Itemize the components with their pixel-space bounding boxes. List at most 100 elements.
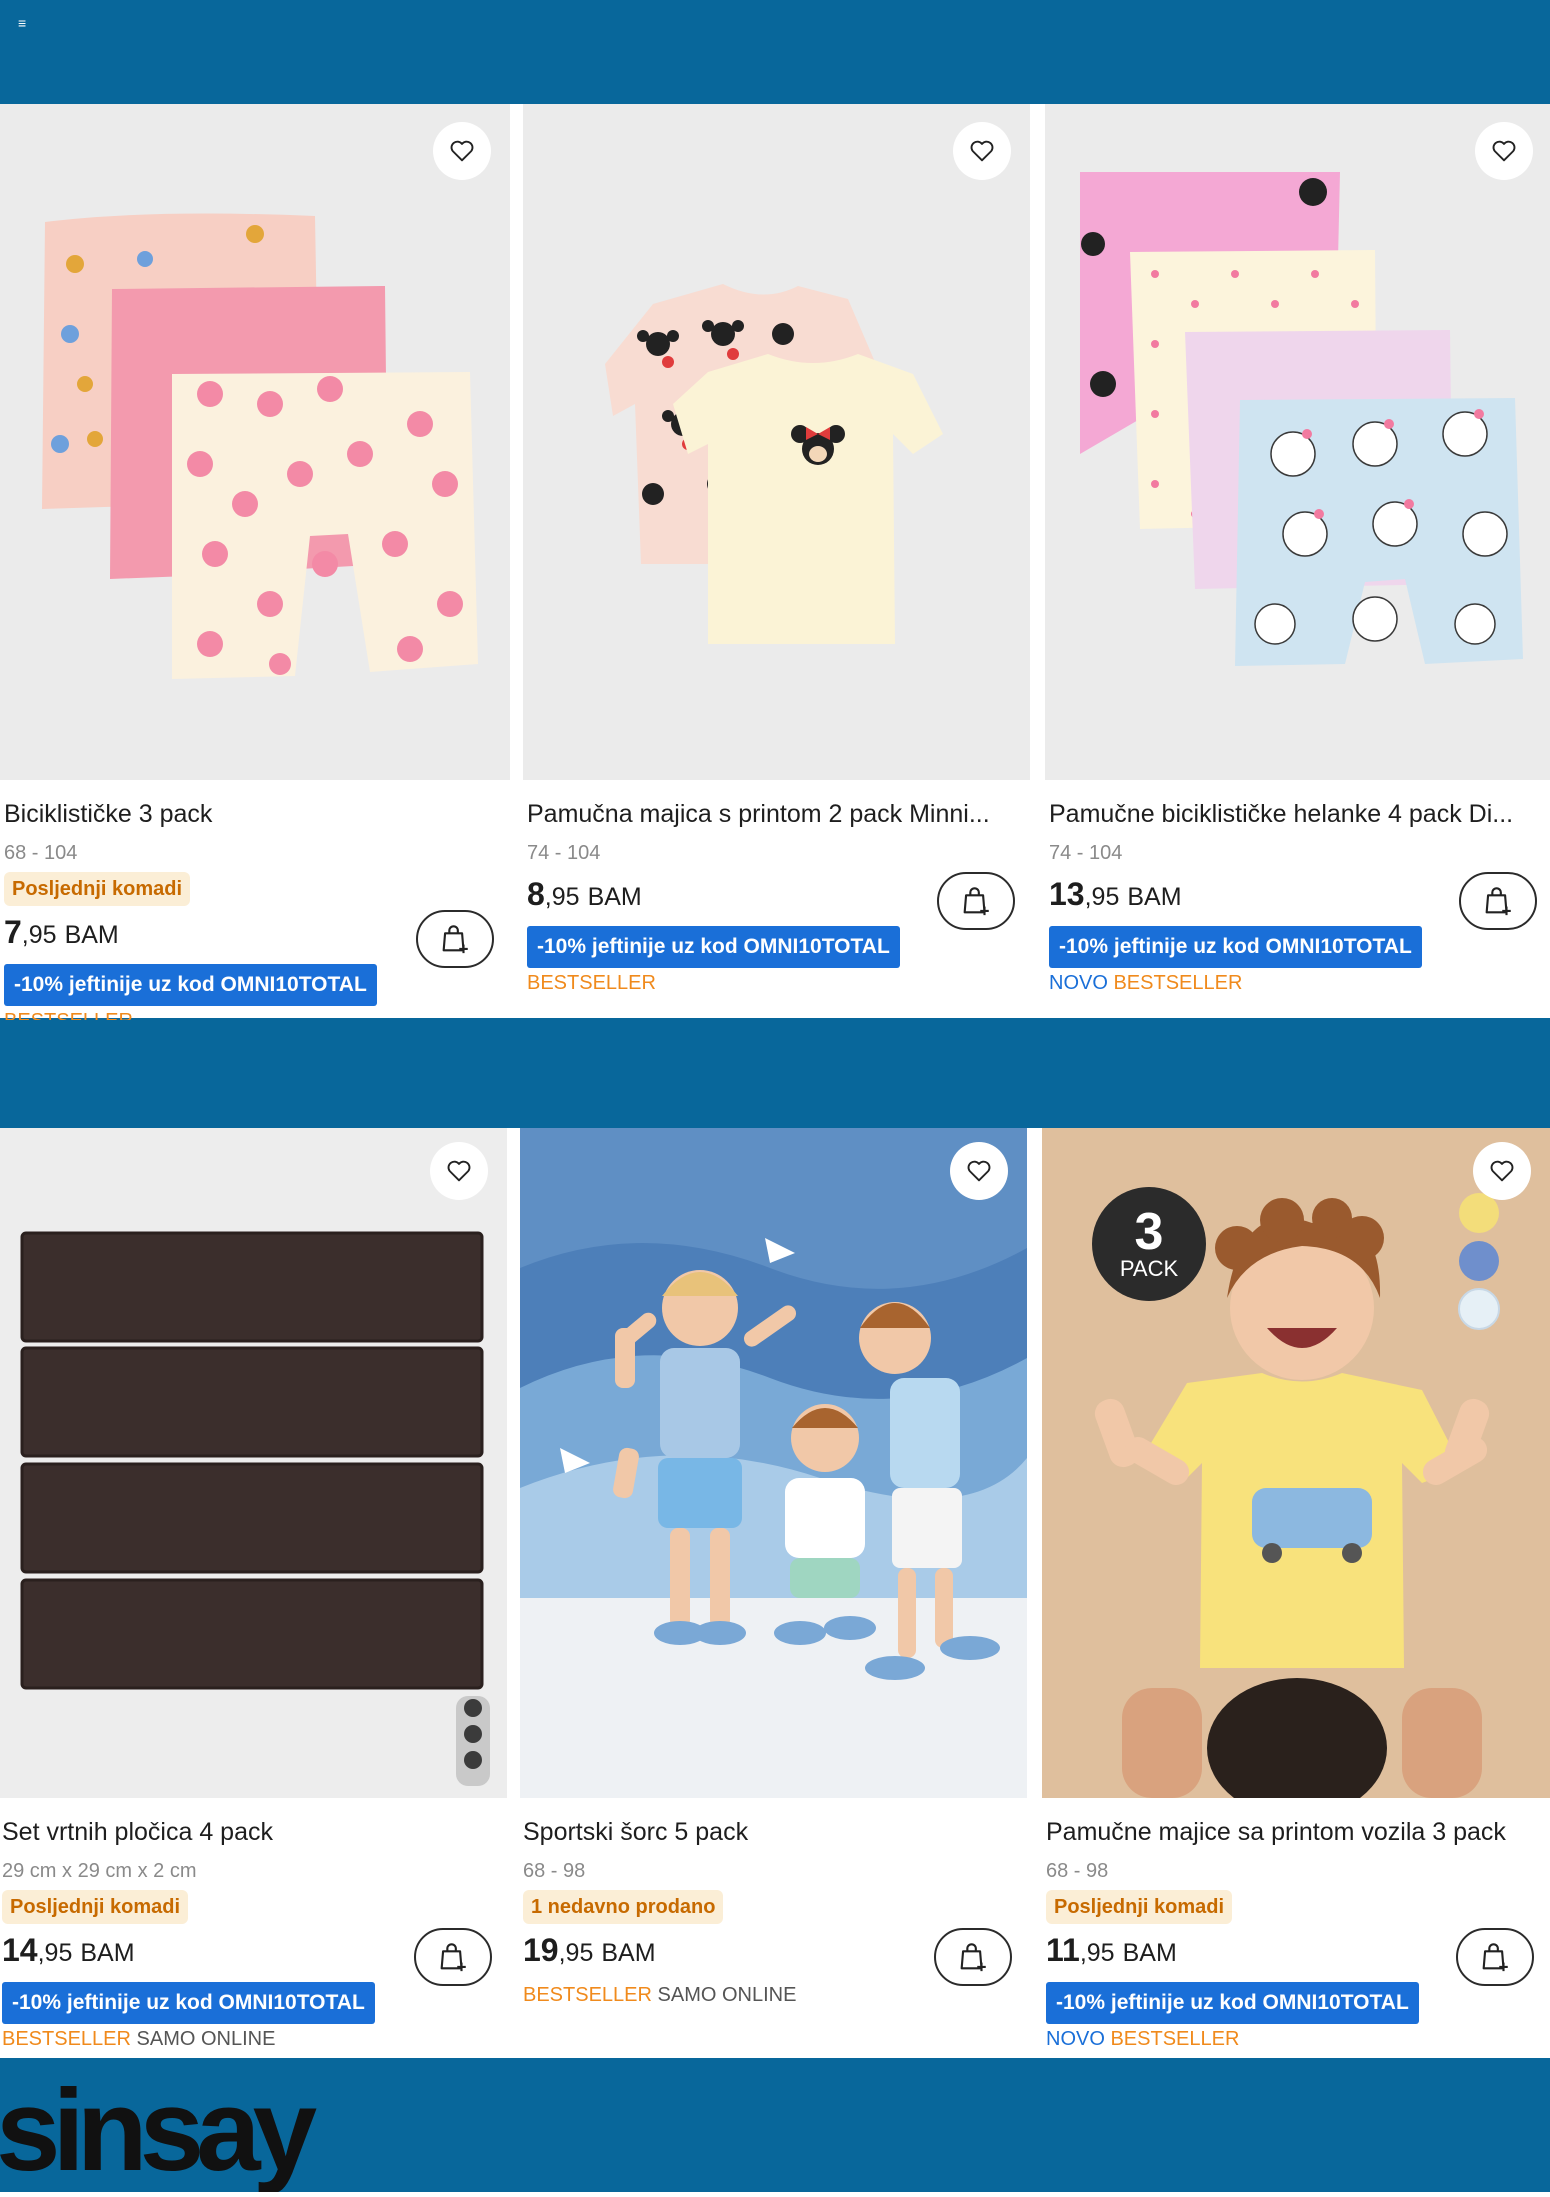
- product-card[interactable]: 3 PACK Pamučne majice sa printom vozila …: [1042, 1128, 1550, 2058]
- product-sizes: 68 - 104: [4, 842, 78, 864]
- wishlist-button[interactable]: [950, 1142, 1008, 1200]
- product-title[interactable]: Set vrtnih pločica 4 pack: [2, 1818, 502, 1847]
- bestseller-tag: BESTSELLER: [2, 2028, 131, 2050]
- product-card[interactable]: Biciklističke 3 pack 68 - 104 Posljednji…: [0, 104, 510, 1020]
- add-to-cart-button[interactable]: [416, 910, 494, 968]
- price-decimal: ,95: [1084, 883, 1120, 911]
- stock-badge: Posljednji komadi: [2, 1890, 189, 1924]
- product-tags: NOVO BESTSELLER: [1049, 972, 1242, 995]
- product-price: 11,95 BAM: [1046, 1932, 1177, 1969]
- promo-code-banner: -10% jeftinije uz kod OMNI10TOTAL: [2, 1982, 375, 2024]
- product-title[interactable]: Pamučne biciklističke helanke 4 pack Di.…: [1049, 800, 1549, 829]
- product-card[interactable]: Pamučna majica s printom 2 pack Minni...…: [523, 104, 1030, 1018]
- bestseller-tag: BESTSELLER: [527, 972, 656, 994]
- wishlist-button[interactable]: [430, 1142, 488, 1200]
- add-to-cart-button[interactable]: [414, 1928, 492, 1986]
- menu-icon[interactable]: ≡: [18, 16, 26, 30]
- price-currency: BAM: [80, 1939, 135, 1967]
- price-integer: 13: [1049, 876, 1085, 912]
- product-title[interactable]: Pamučna majica s printom 2 pack Minni...: [527, 800, 1027, 829]
- bestseller-tag: BESTSELLER: [523, 1984, 652, 2006]
- product-sizes: 29 cm x 29 cm x 2 cm: [2, 1860, 197, 1882]
- add-to-cart-bag-icon: [442, 925, 468, 954]
- product-image[interactable]: [523, 104, 1030, 780]
- add-to-cart-button[interactable]: [1456, 1928, 1534, 1986]
- logo-text: sinsay: [0, 2070, 317, 2192]
- promo-code-banner: -10% jeftinije uz kod OMNI10TOTAL: [1049, 926, 1422, 968]
- add-to-cart-bag-icon: [960, 1943, 986, 1972]
- product-tags: BESTSELLER SAMO ONLINE: [2, 2028, 275, 2051]
- product-image[interactable]: [0, 1128, 507, 1798]
- price-currency: BAM: [64, 921, 119, 949]
- price-currency: BAM: [1122, 1939, 1177, 1967]
- heart-icon: [1492, 140, 1516, 162]
- promo-code-banner: -10% jeftinije uz kod OMNI10TOTAL: [527, 926, 900, 968]
- sales-badge: 1 nedavno prodano: [523, 1890, 724, 1924]
- wishlist-button[interactable]: [1473, 1142, 1531, 1200]
- pack-badge-label: PACK: [1119, 1256, 1179, 1281]
- price-decimal: ,95: [1079, 1939, 1115, 1967]
- pack-badge-number: 3: [1134, 1203, 1164, 1261]
- wishlist-button[interactable]: [953, 122, 1011, 180]
- product-price: 8,95 BAM: [527, 876, 642, 913]
- product-tags: BESTSELLER: [4, 1010, 133, 1020]
- price-decimal: ,95: [544, 883, 580, 911]
- product-price: 13,95 BAM: [1049, 876, 1182, 913]
- product-tags: NOVO BESTSELLER: [1046, 2028, 1239, 2051]
- promo-code-banner: -10% jeftinije uz kod OMNI10TOTAL: [4, 964, 377, 1006]
- product-price: 14,95 BAM: [2, 1932, 135, 1969]
- price-integer: 14: [2, 1932, 38, 1968]
- price-currency: BAM: [601, 1939, 656, 1967]
- stock-badge: Posljednji komadi: [1046, 1890, 1233, 1924]
- new-tag: NOVO: [1049, 972, 1108, 994]
- add-to-cart-bag-icon: [1485, 887, 1511, 916]
- heart-icon: [970, 140, 994, 162]
- pack-badge: 3 PACK: [1092, 1187, 1206, 1301]
- product-price: 7,95 BAM: [4, 914, 119, 951]
- product-sizes: 68 - 98: [523, 1860, 586, 1882]
- product-title[interactable]: Sportski šorc 5 pack: [523, 1818, 1023, 1847]
- product-image[interactable]: [520, 1128, 1027, 1798]
- online-only-tag: SAMO ONLINE: [136, 2028, 276, 2050]
- heart-icon: [967, 1160, 991, 1182]
- top-banner: ≡: [0, 0, 1550, 104]
- add-to-cart-bag-icon: [963, 887, 989, 916]
- price-integer: 11: [1046, 1932, 1080, 1968]
- middle-banner: [0, 1018, 1550, 1128]
- product-card[interactable]: Sportski šorc 5 pack 68 - 98 1 nedavno p…: [520, 1128, 1027, 2058]
- add-to-cart-button[interactable]: [934, 1928, 1012, 1986]
- product-sizes: 68 - 98: [1046, 1860, 1109, 1882]
- price-currency: BAM: [587, 883, 642, 911]
- add-to-cart-button[interactable]: [937, 872, 1015, 930]
- product-price: 19,95 BAM: [523, 1932, 656, 1969]
- heart-icon: [450, 140, 474, 162]
- new-tag: NOVO: [1046, 2028, 1105, 2050]
- price-integer: 7: [4, 914, 22, 950]
- product-sizes: 74 - 104: [1049, 842, 1123, 864]
- product-tags: BESTSELLER: [527, 972, 656, 995]
- heart-icon: [1490, 1160, 1514, 1182]
- price-decimal: ,95: [558, 1939, 594, 1967]
- sinsay-logo[interactable]: sinsay: [0, 2065, 340, 2195]
- price-decimal: ,95: [37, 1939, 73, 1967]
- price-currency: BAM: [1127, 883, 1182, 911]
- heart-icon: [447, 1160, 471, 1182]
- product-image[interactable]: 3 PACK: [1042, 1128, 1550, 1798]
- product-card[interactable]: Pamučne biciklističke helanke 4 pack Di.…: [1045, 104, 1550, 1018]
- price-integer: 8: [527, 876, 545, 912]
- add-to-cart-button[interactable]: [1459, 872, 1537, 930]
- wishlist-button[interactable]: [433, 122, 491, 180]
- add-to-cart-bag-icon: [440, 1943, 466, 1972]
- bestseller-tag: BESTSELLER: [1113, 972, 1243, 994]
- stock-badge: Posljednji komadi: [4, 872, 191, 906]
- product-image[interactable]: [1045, 104, 1550, 780]
- product-title[interactable]: Pamučne majice sa printom vozila 3 pack: [1046, 1818, 1550, 1847]
- online-only-tag: SAMO ONLINE: [657, 1984, 797, 2006]
- product-tags: BESTSELLER SAMO ONLINE: [523, 1984, 796, 2007]
- bestseller-tag: BESTSELLER: [1110, 2028, 1240, 2050]
- add-to-cart-bag-icon: [1482, 1943, 1508, 1972]
- wishlist-button[interactable]: [1475, 122, 1533, 180]
- product-image[interactable]: [0, 104, 510, 780]
- product-card[interactable]: Set vrtnih pločica 4 pack 29 cm x 29 cm …: [0, 1128, 507, 2058]
- product-title[interactable]: Biciklističke 3 pack: [4, 800, 504, 829]
